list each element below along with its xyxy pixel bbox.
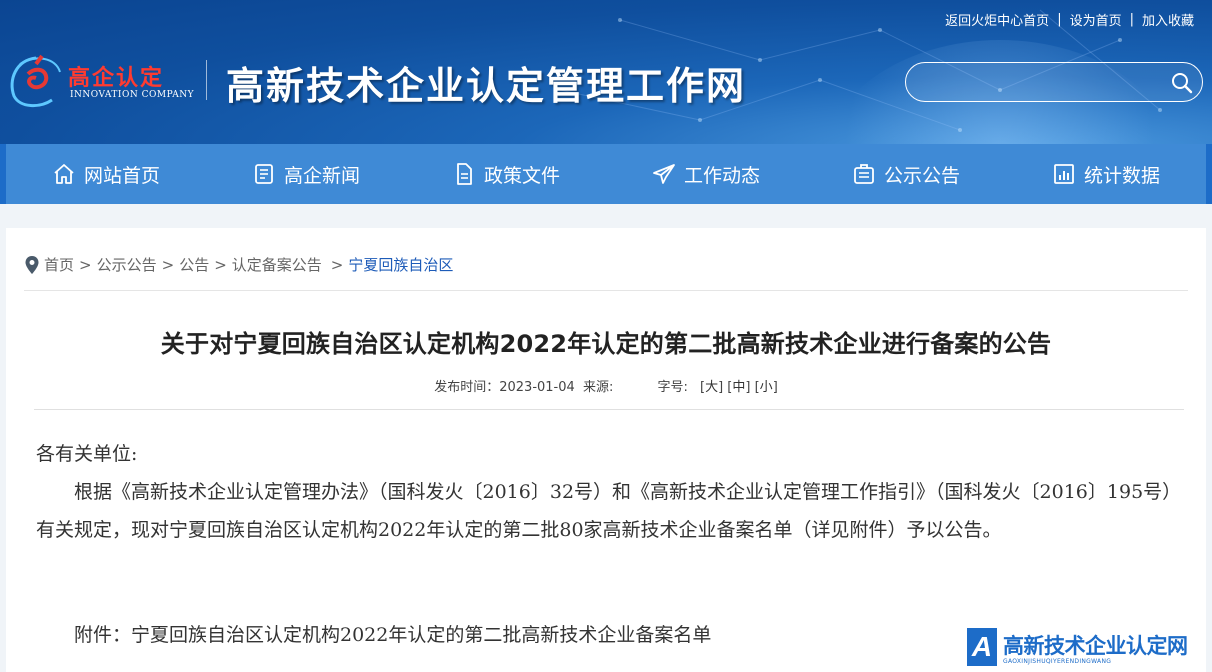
site-logo[interactable]: 高企认定 INNOVATION COMPANY xyxy=(6,50,206,110)
logo-divider xyxy=(206,60,207,100)
chart-icon xyxy=(1054,164,1074,184)
nav-item-label: 高企新闻 xyxy=(283,164,360,187)
breadcrumb-current[interactable]: 宁夏回族自治区 xyxy=(348,254,453,275)
nav-item-home[interactable]: 网站首页 xyxy=(6,144,206,204)
nav-item-statistics[interactable]: 统计数据 xyxy=(1006,144,1206,204)
nav-item-news[interactable]: 高企新闻 xyxy=(206,144,406,204)
home-icon xyxy=(54,164,74,184)
source-label: 来源: xyxy=(582,380,614,395)
breadcrumb-separator: > xyxy=(79,255,92,274)
font-size-medium[interactable]: 中 xyxy=(732,380,745,395)
watermark-title: 高新技术企业认定网 xyxy=(1003,634,1188,658)
attachment-line: 附件：宁夏回族自治区认定机构2022年认定的第二批高新技术企业备案名单 xyxy=(36,620,711,647)
site-header: 返回火炬中心首页 | 设为首页 | 加入收藏 高企认定 INNOVATION C… xyxy=(0,0,1212,144)
breadcrumb-filing-announcements[interactable]: 认定备案公告 xyxy=(232,254,322,275)
attachment-text[interactable]: 附件：宁夏回族自治区认定机构2022年认定的第二批高新技术企业备案名单 xyxy=(74,624,711,646)
main-nav: 网站首页 高企新闻 政策文件 工作动态 公示公告 统计数据 xyxy=(0,144,1212,204)
font-size-small[interactable]: 小 xyxy=(760,380,773,395)
nav-item-label: 统计数据 xyxy=(1083,164,1160,187)
font-size-large[interactable]: 大 xyxy=(705,380,718,395)
site-title: 高新技术企业认定管理工作网 xyxy=(226,63,747,108)
nav-item-label: 网站首页 xyxy=(83,164,160,187)
nav-item-notices[interactable]: 公示公告 xyxy=(806,144,1006,204)
article-title: 关于对宁夏回族自治区认定机构2022年认定的第二批高新技术企业进行备案的公告 xyxy=(160,330,1052,358)
breadcrumb: 首页 > 公示公告 > 公告 > 认定备案公告 > 宁夏回族自治区 xyxy=(24,254,453,275)
notice-icon xyxy=(854,164,874,184)
nav-item-label: 工作动态 xyxy=(683,164,760,187)
back-to-torch-center-link[interactable]: 返回火炬中心首页 xyxy=(937,10,1057,29)
search-input[interactable] xyxy=(920,69,1160,95)
document-icon xyxy=(457,163,472,185)
add-favorite-link[interactable]: 加入收藏 xyxy=(1134,10,1202,29)
logo-text-en: INNOVATION COMPANY xyxy=(70,90,195,100)
article-panel: 首页 > 公示公告 > 公告 > 认定备案公告 > 宁夏回族自治区 关于对宁夏回… xyxy=(6,228,1206,672)
location-pin-icon xyxy=(25,255,39,274)
nav-item-label: 公示公告 xyxy=(883,164,960,187)
publish-date: 2023-01-04 xyxy=(499,380,575,395)
article-meta: 发布时间：2023-01-04 来源: 字号: [大] [中] [小] xyxy=(6,376,1206,395)
paper-plane-icon xyxy=(653,164,675,184)
breadcrumb-announcements[interactable]: 公告 xyxy=(179,254,209,275)
search-box xyxy=(905,62,1203,102)
nav-item-work-updates[interactable]: 工作动态 xyxy=(606,144,806,204)
breadcrumb-home[interactable]: 首页 xyxy=(44,254,74,275)
breadcrumb-notices[interactable]: 公示公告 xyxy=(97,254,157,275)
divider xyxy=(34,409,1184,410)
divider xyxy=(24,290,1188,291)
watermark-letter: A xyxy=(967,628,997,666)
news-icon xyxy=(255,164,273,184)
watermark-logo: A 高新技术企业认定网 GAOXINJISHUQIYERENDINGWANG xyxy=(963,620,1212,672)
article-body: 各有关单位: 根据《高新技术企业认定管理办法》（国科发火〔2016〕32号）和《… xyxy=(36,435,1176,549)
logo-emblem-icon xyxy=(10,54,61,107)
article-paragraph: 根据《高新技术企业认定管理办法》（国科发火〔2016〕32号）和《高新技术企业认… xyxy=(36,481,1172,541)
breadcrumb-separator: > xyxy=(161,255,175,274)
nav-item-policy[interactable]: 政策文件 xyxy=(406,144,606,204)
set-homepage-link[interactable]: 设为首页 xyxy=(1062,10,1130,29)
top-links: 返回火炬中心首页 | 设为首页 | 加入收藏 xyxy=(937,10,1202,29)
publish-label: 发布时间： xyxy=(434,380,500,395)
salutation: 各有关单位: xyxy=(36,443,138,465)
font-size-options: [大] [中] [小] xyxy=(700,380,778,395)
search-icon[interactable] xyxy=(1170,71,1194,95)
logo-text-cn: 高企认定 xyxy=(68,65,165,91)
breadcrumb-separator: > xyxy=(330,255,344,274)
watermark-subtitle: GAOXINJISHUQIYERENDINGWANG xyxy=(1003,658,1112,665)
nav-item-label: 政策文件 xyxy=(483,164,560,187)
font-size-label: 字号: xyxy=(657,380,688,395)
breadcrumb-separator: > xyxy=(214,255,227,274)
